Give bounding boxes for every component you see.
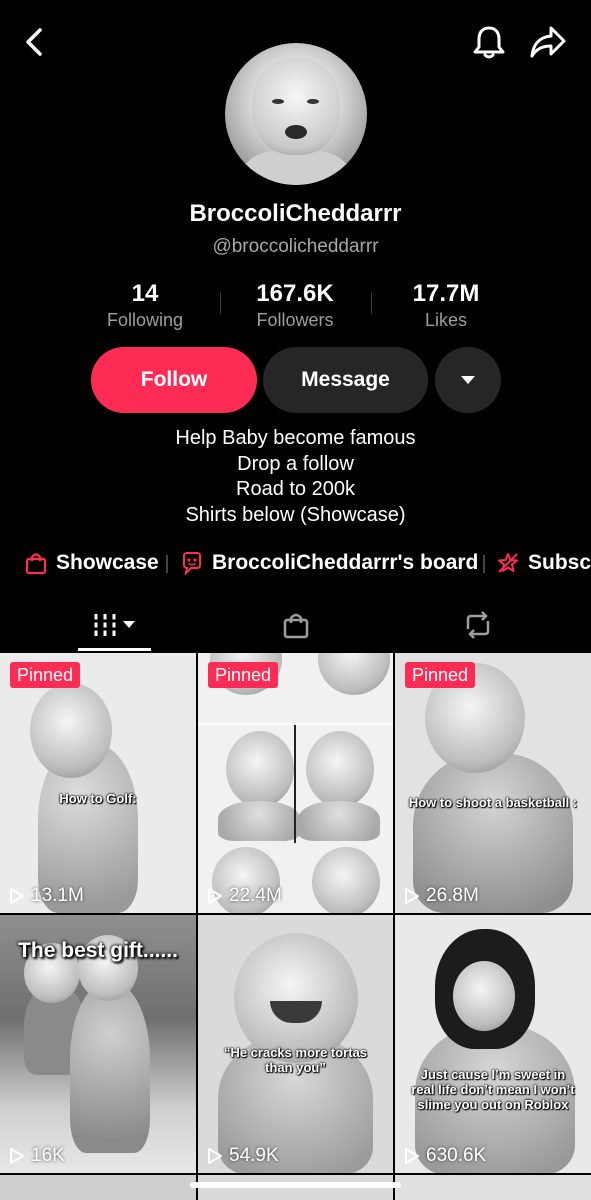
play-icon	[405, 888, 419, 904]
back-button[interactable]	[18, 26, 50, 58]
profile-tabs	[0, 597, 591, 653]
share-arrow-icon	[530, 26, 566, 58]
message-button[interactable]: Message	[263, 347, 428, 413]
view-count: 13.1M	[9, 885, 84, 907]
view-count-text: 22.4M	[229, 885, 282, 906]
chevron-left-icon	[26, 28, 42, 56]
play-icon	[10, 888, 24, 904]
display-name: BroccoliCheddarrr	[189, 200, 402, 227]
video-thumbnail[interactable]: The best gift...... 16K	[0, 915, 196, 1173]
play-icon	[208, 888, 222, 904]
board-icon	[183, 552, 201, 575]
video-caption: How to Golf:	[59, 791, 137, 806]
share-button[interactable]	[528, 22, 568, 62]
pinned-badge: Pinned	[208, 662, 279, 688]
likes-count: 17.7M	[412, 280, 480, 307]
profile-links-row: Showcase BroccoliCheddarrr's board Subsc…	[0, 546, 591, 580]
showcase-link[interactable]: Showcase	[24, 546, 159, 580]
view-count-text: 26.8M	[426, 885, 479, 906]
followers-count: 167.6K	[256, 280, 334, 307]
likes-stat[interactable]: 17.7M Likes	[366, 280, 526, 332]
username-handle: @broccolicheddarrr	[212, 236, 379, 257]
followers-label: Followers	[256, 310, 334, 330]
video-caption: “He cracks more tortas than you”	[223, 1045, 368, 1075]
video-caption: The best gift......	[18, 939, 178, 962]
follow-button[interactable]: Follow	[91, 347, 257, 413]
bio-line: Road to 200k	[236, 478, 355, 500]
likes-label: Likes	[424, 310, 468, 330]
caret-down-icon	[461, 376, 475, 384]
bio-line: Drop a follow	[237, 452, 354, 475]
bio-line: Shirts below (Showcase)	[185, 503, 406, 526]
subscription-icon	[498, 553, 518, 573]
pinned-badge: Pinned	[10, 662, 81, 688]
video-thumbnail[interactable]: Pinned How to shoot a basketball : 26.8M	[395, 653, 591, 913]
view-count-text: 54.9K	[229, 1145, 279, 1166]
videos-grid-icon	[92, 614, 135, 636]
tab-reposts[interactable]	[440, 597, 515, 653]
subscription-label: Subscr	[528, 551, 591, 574]
profile-bio: Help Baby become famous Drop a follow Ro…	[0, 426, 591, 528]
following-count: 14	[131, 280, 159, 307]
view-count-text: 630.6K	[426, 1145, 487, 1166]
video-thumbnail[interactable]	[395, 1175, 591, 1200]
profile-avatar[interactable]	[225, 43, 367, 185]
video-thumbnail[interactable]: “He cracks more tortas than you” 54.9K	[198, 915, 393, 1173]
view-count-text: 16K	[31, 1145, 65, 1166]
pinned-badge: Pinned	[405, 662, 476, 688]
board-link[interactable]: BroccoliCheddarrr's board	[180, 546, 478, 580]
video-caption: Just cause I’m sweet in real life don’t …	[411, 1067, 575, 1112]
following-label: Following	[106, 310, 184, 330]
video-caption: How to shoot a basketball :	[408, 795, 578, 810]
notification-bell-button[interactable]	[470, 22, 508, 62]
board-label: BroccoliCheddarrr's board	[212, 551, 479, 574]
video-thumbnail[interactable]: Pinned 22.4M	[198, 653, 393, 913]
following-stat[interactable]: 14 Following	[65, 280, 225, 332]
video-thumbnail[interactable]: Just cause I’m sweet in real life don’t …	[395, 915, 591, 1173]
play-icon	[405, 1148, 419, 1164]
bell-icon	[473, 26, 505, 59]
shop-bag-icon	[283, 613, 308, 639]
view-count: 16K	[9, 1145, 65, 1167]
link-divider	[166, 555, 168, 573]
view-count: 26.8M	[404, 885, 479, 907]
play-icon	[10, 1148, 24, 1164]
view-count: 54.9K	[207, 1145, 279, 1167]
bio-line: Help Baby become famous	[175, 427, 416, 449]
tab-videos[interactable]	[78, 597, 151, 653]
view-count: 22.4M	[207, 885, 282, 907]
video-grid: Pinned How to Golf: 13.1M Pinned 22.4M P…	[0, 653, 591, 1200]
view-count: 630.6K	[404, 1145, 486, 1167]
shopping-bag-icon	[25, 553, 47, 575]
more-options-button[interactable]	[435, 347, 501, 413]
showcase-label: Showcase	[56, 551, 159, 574]
link-divider	[483, 555, 485, 573]
repost-icon	[466, 611, 489, 639]
followers-stat[interactable]: 167.6K Followers	[215, 280, 375, 332]
subscription-link[interactable]: Subscr	[496, 546, 591, 580]
video-thumbnail[interactable]	[0, 1175, 196, 1200]
view-count-text: 13.1M	[31, 885, 84, 906]
video-thumbnail[interactable]: Pinned How to Golf: 13.1M	[0, 653, 196, 913]
active-tab-indicator	[78, 648, 151, 651]
tab-shop[interactable]	[258, 597, 333, 653]
home-indicator	[190, 1182, 401, 1188]
play-icon	[208, 1148, 222, 1164]
